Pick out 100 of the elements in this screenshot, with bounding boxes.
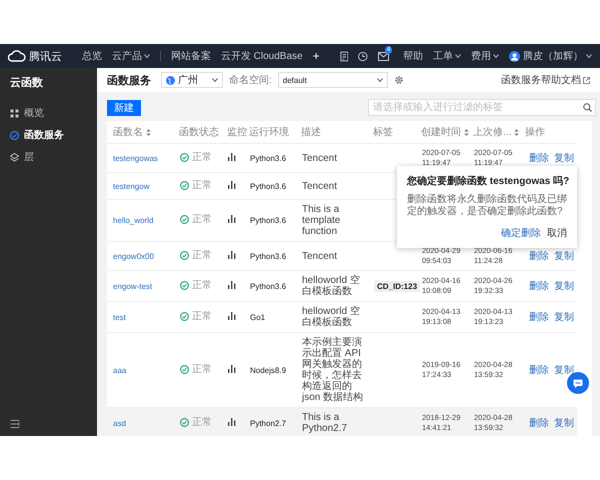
sort-icon <box>514 128 520 136</box>
sort-icon <box>464 128 469 136</box>
action-link[interactable]: 删除 <box>529 280 549 292</box>
function-name-link[interactable]: engow0x00 <box>113 252 154 260</box>
function-name-link[interactable]: engow-test <box>113 282 152 290</box>
column-header: 运行环境 <box>249 126 289 139</box>
namespace-select[interactable]: default <box>278 72 388 88</box>
status-text: 正常 <box>192 180 212 190</box>
function-name-link[interactable]: testengowas <box>113 154 158 162</box>
runtime-text: Python3.6 <box>250 154 286 162</box>
caret-icon <box>493 54 499 58</box>
nav-link[interactable]: 云产品 <box>112 49 150 63</box>
popover-message: 删除函数将永久删除函数代码及已绑定的触发器，是否确定删除此函数? <box>407 194 567 218</box>
description-text: helloworld 空白模板函数 <box>302 306 361 328</box>
check-circle-icon <box>180 364 189 374</box>
column-header[interactable]: 创建时间 <box>421 125 469 139</box>
runtime-text: Python3.6 <box>250 282 286 290</box>
column-header: 操作 <box>525 126 545 139</box>
mail-icon[interactable] <box>378 52 389 60</box>
page-title: 函数服务 <box>107 74 151 88</box>
status-text: 正常 <box>192 416 212 428</box>
function-name-link[interactable]: testengow <box>113 182 150 190</box>
sidebar-title: 云函数 <box>9 76 44 91</box>
collapse-icon[interactable] <box>10 420 20 428</box>
runtime-text: Python3.6 <box>250 252 286 260</box>
bar-chart-icon[interactable] <box>228 364 236 372</box>
clock-icon[interactable] <box>358 50 368 62</box>
nav-link[interactable]: 云开发 CloudBase <box>220 49 303 63</box>
sidebar-item[interactable]: 函数服务 <box>0 124 97 146</box>
nav-link[interactable]: 总览 <box>82 49 102 63</box>
check-circle-icon <box>180 152 189 162</box>
bar-chart-icon[interactable] <box>228 152 236 160</box>
status-text: 正常 <box>192 250 212 260</box>
caret-icon <box>455 54 461 58</box>
bar-chart-icon[interactable] <box>228 215 236 223</box>
namespace-label: 命名空间: <box>229 74 272 87</box>
bar-chart-icon[interactable] <box>228 418 236 426</box>
sidebar-item[interactable]: 概览 <box>0 102 97 124</box>
action-link[interactable]: 复制 <box>554 152 574 164</box>
action-link[interactable]: 删除 <box>529 364 549 376</box>
cloud-logo-icon[interactable] <box>8 50 26 62</box>
column-header[interactable]: 函数名 <box>113 125 151 139</box>
action-link[interactable]: 复制 <box>554 250 574 262</box>
user-menu[interactable]: 腾皮（加辉） <box>509 49 592 63</box>
description-text: helloworld 空白模板函数 <box>302 275 361 297</box>
nav-link[interactable]: 帮助 <box>403 49 423 63</box>
region-select[interactable]: 广州 <box>161 72 223 88</box>
bar-chart-icon[interactable] <box>228 312 236 320</box>
runtime-text: Python3.6 <box>250 216 286 225</box>
check-circle-icon <box>180 418 189 426</box>
action-link[interactable]: 删除 <box>529 250 549 262</box>
search-field[interactable]: 请选择或输入进行过滤的标签 <box>368 99 596 116</box>
create-button[interactable]: 新建 <box>107 100 141 116</box>
function-name-link[interactable]: hello_world <box>113 216 154 225</box>
layers-icon <box>10 152 19 162</box>
popover-title: 您确定要删除函数 testengowas 吗? <box>407 174 567 188</box>
confirm-delete-link[interactable]: 确定删除 <box>501 226 541 240</box>
check-circle-icon <box>180 180 189 190</box>
document-icon[interactable] <box>340 50 348 62</box>
function-name-link[interactable]: asd <box>113 418 126 428</box>
column-header: 描述 <box>301 126 321 139</box>
cancel-link[interactable]: 取消 <box>547 226 567 240</box>
function-name-link[interactable]: aaa <box>113 366 126 374</box>
status-text: 正常 <box>192 152 212 162</box>
status-text: 正常 <box>192 214 212 225</box>
column-header: 标签 <box>373 126 393 139</box>
column-header[interactable]: 上次修... <box>473 125 520 139</box>
tag-label: CD_ID:123 <box>374 280 420 292</box>
runtime-text: Python2.7 <box>250 418 286 428</box>
action-link[interactable]: 复制 <box>554 418 574 428</box>
action-link[interactable]: 删除 <box>529 418 549 428</box>
chat-icon <box>573 378 583 388</box>
brand-name[interactable]: 腾讯云 <box>29 48 62 64</box>
sidebar-item[interactable]: 层 <box>0 146 97 168</box>
external-link-icon <box>583 76 590 84</box>
bar-chart-icon[interactable] <box>228 250 236 258</box>
nav-link[interactable]: 网站备案 <box>170 49 211 63</box>
bar-chart-icon[interactable] <box>228 280 236 288</box>
caret-icon <box>144 54 150 58</box>
function-name-link[interactable]: test <box>113 312 126 322</box>
runtime-text: Go1 <box>250 312 266 322</box>
settings-icon[interactable] <box>394 75 404 85</box>
action-link[interactable]: 复制 <box>554 280 574 292</box>
help-doc-link[interactable]: 函数服务帮助文档 <box>501 73 590 87</box>
status-text: 正常 <box>192 364 212 374</box>
check-circle-icon <box>10 130 19 140</box>
caret-icon <box>586 54 592 58</box>
grid-icon <box>10 108 19 118</box>
action-link[interactable]: 复制 <box>554 364 574 376</box>
avatar-icon <box>509 50 520 62</box>
add-button[interactable]: + <box>312 49 320 63</box>
action-link[interactable]: 删除 <box>529 312 549 322</box>
nav-link[interactable]: 费用 <box>471 49 499 63</box>
action-link[interactable]: 复制 <box>554 312 574 322</box>
action-link[interactable]: 删除 <box>529 152 549 164</box>
bar-chart-icon[interactable] <box>228 180 236 188</box>
status-text: 正常 <box>192 310 212 322</box>
nav-link[interactable]: 工单 <box>433 49 461 63</box>
description-text: Tencent <box>302 250 338 262</box>
description-text: This is a template function <box>302 204 342 237</box>
